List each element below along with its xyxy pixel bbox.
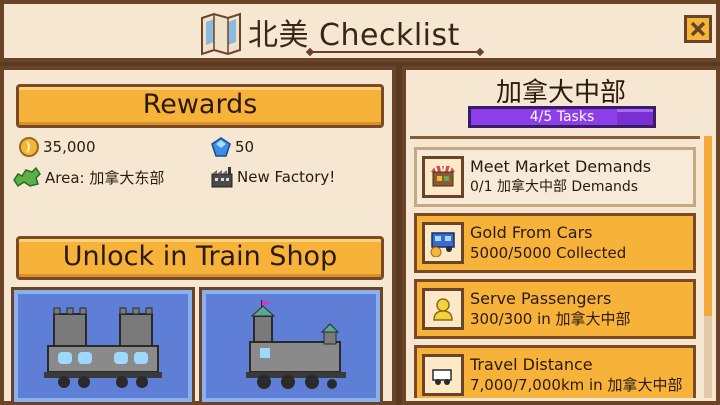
title-divider bbox=[310, 51, 480, 53]
scrollbar-thumb[interactable] bbox=[704, 136, 712, 316]
region-map-icon bbox=[13, 166, 41, 188]
task-progress-bar: 4/5 Tasks bbox=[468, 106, 656, 128]
task-list[interactable]: Meet Market Demands 0/1 加拿大中部 Demands Go… bbox=[410, 136, 700, 398]
reward-coins-label: 35,000 bbox=[43, 138, 96, 156]
coin-icon bbox=[19, 137, 39, 157]
gem-icon bbox=[211, 137, 231, 157]
factory-icon bbox=[211, 167, 233, 188]
region-title: 加拿大中部 bbox=[495, 78, 626, 108]
task-title: Travel Distance bbox=[470, 355, 593, 374]
task-item-travel-distance[interactable]: Travel Distance 7,000/7,000km in 加拿大中部 bbox=[414, 345, 696, 398]
rewards-panel: Rewards 35,000 50 Area: 加拿大东部 New Factor… bbox=[0, 66, 396, 405]
task-item-gold-from-cars[interactable]: Gold From Cars 5000/5000 Collected bbox=[414, 213, 696, 273]
task-title: Serve Passengers bbox=[470, 289, 612, 308]
task-title: Gold From Cars bbox=[470, 223, 593, 242]
task-detail: 300/300 in 加拿大中部 bbox=[470, 310, 631, 328]
task-progress-label: 4/5 Tasks bbox=[529, 109, 595, 125]
reward-area-label: Area: 加拿大东部 bbox=[45, 168, 165, 187]
castle-train-car-icon bbox=[44, 307, 162, 388]
rewards-heading: Rewards bbox=[16, 84, 384, 128]
task-icon-box bbox=[422, 222, 464, 264]
task-detail: 5000/5000 Collected bbox=[470, 244, 627, 262]
task-detail: 0/1 加拿大中部 Demands bbox=[470, 179, 639, 195]
task-icon-box bbox=[422, 288, 464, 330]
page-title: 北美 Checklist bbox=[248, 18, 460, 53]
shop-item-castle-locomotive[interactable] bbox=[199, 287, 383, 405]
reward-coins: 35,000 bbox=[18, 136, 96, 158]
passenger-icon bbox=[433, 298, 453, 321]
gold-car-icon bbox=[430, 232, 455, 257]
task-icon-box bbox=[422, 354, 464, 396]
task-item-market-demands[interactable]: Meet Market Demands 0/1 加拿大中部 Demands bbox=[414, 147, 696, 207]
reward-gems: 50 bbox=[210, 136, 254, 158]
task-title: Meet Market Demands bbox=[470, 157, 652, 176]
task-detail: 7,000/7,000km in 加拿大中部 bbox=[470, 376, 683, 394]
reward-gems-label: 50 bbox=[235, 138, 255, 156]
unlock-heading: Unlock in Train Shop bbox=[16, 236, 384, 280]
reward-factory: New Factory! bbox=[210, 166, 335, 188]
market-stall-icon bbox=[431, 165, 455, 187]
castle-locomotive-icon bbox=[246, 300, 346, 389]
reward-factory-label: New Factory! bbox=[237, 168, 336, 186]
title-bar: 北美 Checklist bbox=[0, 0, 720, 62]
close-icon bbox=[690, 21, 706, 37]
map-icon bbox=[201, 12, 241, 56]
task-item-serve-passengers[interactable]: Serve Passengers 300/300 in 加拿大中部 bbox=[414, 279, 696, 339]
task-icon-box bbox=[422, 156, 464, 198]
close-button[interactable] bbox=[684, 15, 712, 43]
shop-item-castle-car[interactable] bbox=[11, 287, 195, 405]
reward-area: Area: 加拿大东部 bbox=[12, 166, 164, 188]
task-list-scrollbar[interactable] bbox=[704, 136, 712, 398]
distance-icon bbox=[432, 369, 452, 385]
region-panel: 加拿大中部 4/5 Tasks Meet Market Demands 0/1 … bbox=[402, 66, 720, 405]
